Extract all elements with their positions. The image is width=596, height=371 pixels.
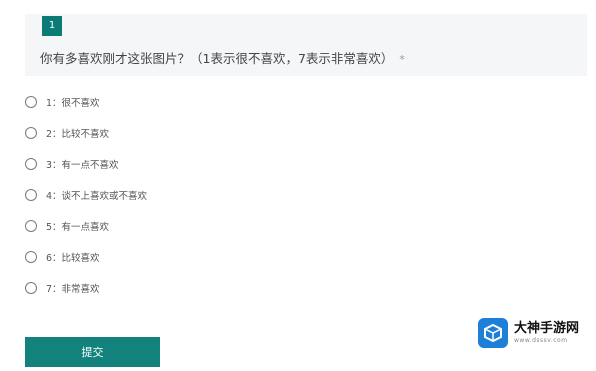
watermark: 大神手游网 www.dsssv.com: [478, 315, 590, 351]
radio-button[interactable]: [25, 96, 37, 108]
radio-button[interactable]: [25, 127, 37, 139]
radio-button[interactable]: [25, 251, 37, 263]
cube-icon: [478, 318, 508, 348]
option-6[interactable]: 6：比较喜欢: [25, 247, 100, 267]
question-title-text: 你有多喜欢刚才这张图片？（1表示很不喜欢，7表示非常喜欢）: [40, 51, 394, 66]
radio-button[interactable]: [25, 220, 37, 232]
option-4[interactable]: 4：谈不上喜欢或不喜欢: [25, 185, 147, 205]
question-number-badge: 1: [42, 16, 62, 36]
option-5[interactable]: 5：有一点喜欢: [25, 216, 109, 236]
option-label: 5：有一点喜欢: [46, 222, 110, 233]
option-1[interactable]: 1：很不喜欢: [25, 92, 100, 112]
option-label: 1：很不喜欢: [46, 98, 100, 109]
option-label: 7：非常喜欢: [46, 284, 100, 295]
question-card: 1 你有多喜欢刚才这张图片？（1表示很不喜欢，7表示非常喜欢） *: [25, 14, 587, 76]
option-label: 6：比较喜欢: [46, 253, 100, 264]
option-label: 2：比较不喜欢: [46, 129, 110, 140]
radio-button[interactable]: [25, 282, 37, 294]
watermark-name: 大神手游网: [514, 321, 580, 336]
submit-button[interactable]: 提交: [25, 337, 160, 367]
option-2[interactable]: 2：比较不喜欢: [25, 123, 109, 143]
radio-button[interactable]: [25, 189, 37, 201]
watermark-url: www.dsssv.com: [514, 337, 568, 344]
option-3[interactable]: 3：有一点不喜欢: [25, 154, 119, 174]
option-label: 3：有一点不喜欢: [46, 160, 119, 171]
question-title: 你有多喜欢刚才这张图片？（1表示很不喜欢，7表示非常喜欢） *: [40, 48, 405, 67]
option-7[interactable]: 7：非常喜欢: [25, 278, 100, 298]
watermark-text: 大神手游网 www.dsssv.com: [514, 321, 579, 345]
radio-button[interactable]: [25, 158, 37, 170]
required-mark: *: [399, 53, 405, 66]
option-label: 4：谈不上喜欢或不喜欢: [46, 191, 148, 202]
